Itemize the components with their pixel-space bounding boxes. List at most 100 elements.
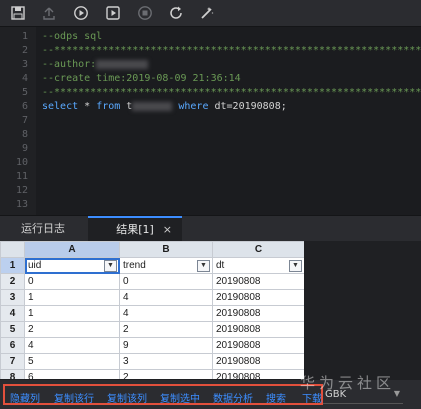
tab-result[interactable]: 结果[1] × bbox=[88, 216, 182, 242]
redacted-table-name bbox=[132, 101, 173, 111]
result-grid: A B C 1 uid ▼ trend ▼ dt ▼ 2 0 0 20190808 3142… bbox=[0, 241, 421, 379]
code-line-6: select * from t where dt=20190808; bbox=[42, 101, 287, 112]
line-number: 1 bbox=[21, 31, 28, 42]
where-clause: dt=20190808; bbox=[208, 101, 287, 112]
data-analysis-link[interactable]: 数据分析 bbox=[213, 390, 253, 405]
row-number[interactable]: 7 bbox=[0, 353, 25, 370]
code-text: * bbox=[78, 101, 97, 112]
table-cell[interactable]: 6 bbox=[24, 369, 120, 379]
table-cell[interactable]: 3 bbox=[119, 353, 213, 370]
line-number: 6 bbox=[21, 101, 28, 112]
column-header[interactable]: A bbox=[24, 241, 120, 258]
close-icon[interactable]: × bbox=[163, 218, 172, 242]
line-number: 11 bbox=[15, 171, 28, 182]
magic-wand-icon bbox=[201, 7, 214, 19]
save-icon bbox=[11, 6, 25, 20]
row-number[interactable]: 5 bbox=[0, 321, 25, 338]
keyword-where: where bbox=[178, 101, 209, 112]
search-link[interactable]: 搜索 bbox=[266, 390, 286, 405]
copy-selected-link[interactable]: 复制选中 bbox=[160, 390, 200, 405]
code-line-5: --**************************************… bbox=[42, 87, 421, 98]
chevron-down-icon[interactable]: ▼ bbox=[289, 260, 302, 272]
refresh-button[interactable] bbox=[167, 4, 185, 22]
chevron-down-icon[interactable]: ▼ bbox=[104, 260, 117, 272]
line-number: 13 bbox=[15, 199, 28, 210]
editor-toolbar bbox=[0, 0, 421, 27]
line-number: 3 bbox=[21, 59, 28, 70]
tab-run-log[interactable]: 运行日志 bbox=[0, 216, 86, 242]
table-cell[interactable]: 2 bbox=[24, 321, 120, 338]
hide-column-link[interactable]: 隐藏列 bbox=[10, 390, 40, 405]
run-button[interactable] bbox=[72, 4, 90, 22]
table-cell[interactable]: 20190808 bbox=[212, 289, 305, 306]
line-number: 2 bbox=[21, 45, 28, 56]
row-number[interactable]: 8 bbox=[0, 369, 25, 379]
table-row[interactable]: 2 0 0 20190808 bbox=[0, 273, 305, 290]
field-name: trend bbox=[123, 260, 146, 271]
field-name: dt bbox=[216, 260, 225, 271]
author-comment: --author: bbox=[42, 59, 97, 70]
row-number[interactable]: 4 bbox=[0, 305, 25, 322]
line-number: 5 bbox=[21, 87, 28, 98]
code-line-4: --create time:2019-08-09 21:36:14 bbox=[42, 73, 241, 84]
upload-icon bbox=[43, 7, 55, 20]
corner-cell[interactable] bbox=[0, 241, 25, 258]
result-table: A B C 1 uid ▼ trend ▼ dt ▼ 2 0 0 20190808 3142… bbox=[0, 241, 305, 379]
table-cell[interactable]: 4 bbox=[119, 305, 213, 322]
code-line-3: --author: bbox=[42, 59, 149, 70]
table-cell[interactable]: 4 bbox=[24, 337, 120, 354]
table-cell[interactable]: 2 bbox=[119, 321, 213, 338]
line-number: 10 bbox=[15, 157, 28, 168]
line-number: 4 bbox=[21, 73, 28, 84]
table-cell[interactable]: 20190808 bbox=[212, 353, 305, 370]
play-icon bbox=[74, 6, 88, 20]
table-cell[interactable]: 1 bbox=[24, 289, 120, 306]
row-number[interactable]: 1 bbox=[0, 257, 25, 274]
table-cell[interactable]: 5 bbox=[24, 353, 120, 370]
line-number: 9 bbox=[21, 143, 28, 154]
table-cell[interactable]: 20190808 bbox=[212, 369, 305, 379]
table-cell[interactable]: 20190808 bbox=[212, 305, 305, 322]
line-number: 8 bbox=[21, 129, 28, 140]
watermark: 华为云社区 bbox=[300, 374, 396, 392]
table-cell[interactable]: 1 bbox=[24, 305, 120, 322]
table-row[interactable]: 3 1 4 20190808 bbox=[0, 289, 305, 306]
table-row[interactable]: 5 2 2 20190808 bbox=[0, 321, 305, 338]
save-button[interactable] bbox=[9, 4, 27, 22]
table-row[interactable]: 6 4 9 20190808 bbox=[0, 337, 305, 354]
result-tabbar: 运行日志 结果[1] × bbox=[0, 215, 421, 242]
copy-column-link[interactable]: 复制该列 bbox=[107, 390, 147, 405]
column-header[interactable]: B bbox=[119, 241, 213, 258]
stop-icon bbox=[138, 6, 152, 20]
row-number[interactable]: 6 bbox=[0, 337, 25, 354]
table-row[interactable]: 8 6 2 20190808 bbox=[0, 369, 305, 379]
table-cell[interactable]: 20190808 bbox=[212, 273, 305, 290]
table-cell[interactable]: 4 bbox=[119, 289, 213, 306]
grid-empty-area bbox=[304, 241, 421, 379]
field-cell[interactable]: dt ▼ bbox=[212, 257, 305, 274]
table-row[interactable]: 4 1 4 20190808 bbox=[0, 305, 305, 322]
table-cell[interactable]: 20190808 bbox=[212, 321, 305, 338]
table-cell[interactable]: 20190808 bbox=[212, 337, 305, 354]
field-cell[interactable]: uid ▼ bbox=[24, 257, 120, 274]
chevron-down-icon[interactable]: ▼ bbox=[197, 260, 210, 272]
copy-row-link[interactable]: 复制该行 bbox=[54, 390, 94, 405]
table-row[interactable]: 7 5 3 20190808 bbox=[0, 353, 305, 370]
format-button[interactable] bbox=[198, 4, 216, 22]
stop-button[interactable] bbox=[136, 4, 154, 22]
column-header[interactable]: C bbox=[212, 241, 305, 258]
table-cell[interactable]: 9 bbox=[119, 337, 213, 354]
table-cell[interactable]: 0 bbox=[119, 273, 213, 290]
table-cell[interactable]: 0 bbox=[24, 273, 120, 290]
keyword-from: from bbox=[96, 101, 121, 112]
run-preview-button[interactable] bbox=[104, 4, 122, 22]
code-line-2: --**************************************… bbox=[42, 45, 421, 56]
line-number: 7 bbox=[21, 115, 28, 126]
field-cell[interactable]: trend ▼ bbox=[119, 257, 213, 274]
redacted-author bbox=[96, 59, 149, 69]
row-number[interactable]: 2 bbox=[0, 273, 25, 290]
row-number[interactable]: 3 bbox=[0, 289, 25, 306]
sql-editor[interactable]: 1 2 3 4 5 6 7 8 9 10 11 12 13 --odps sql… bbox=[0, 27, 421, 215]
table-cell[interactable]: 2 bbox=[119, 369, 213, 379]
upload-button[interactable] bbox=[40, 4, 58, 22]
